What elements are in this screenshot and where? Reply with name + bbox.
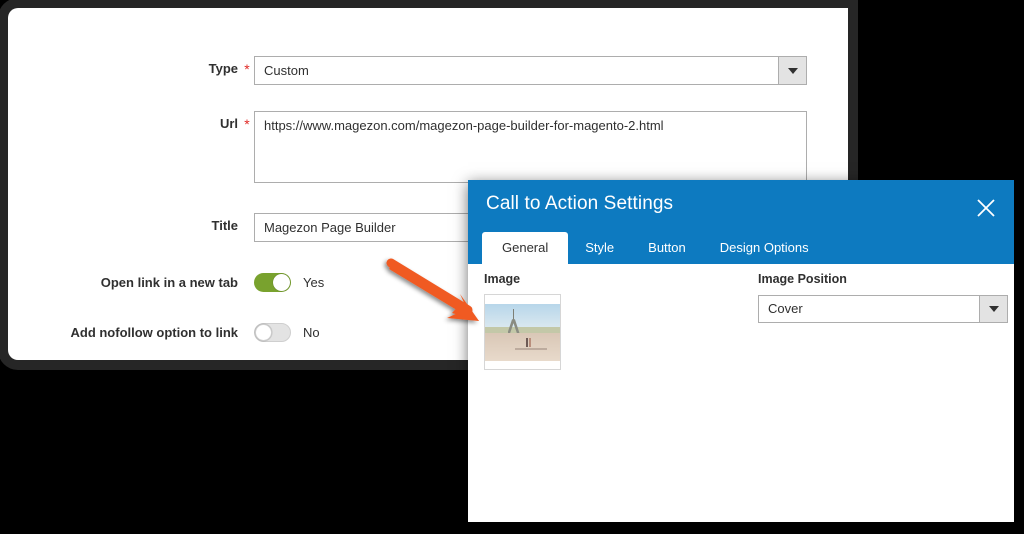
label-group-open-link: Open link in a new tab * xyxy=(8,270,254,296)
modal-title: Call to Action Settings xyxy=(486,193,674,214)
image-position-select[interactable]: Cover xyxy=(758,295,1008,323)
toggle-open-link-new-tab-value: Yes xyxy=(303,275,325,290)
label-image-position: Image Position xyxy=(758,272,847,286)
label-title: Title xyxy=(211,218,239,233)
image-field-group: Image xyxy=(484,272,561,370)
image-position-field-group: Image Position Cover xyxy=(758,272,1008,323)
image-position-select-value: Cover xyxy=(768,301,803,316)
required-marker-url: * xyxy=(244,116,250,132)
required-marker-type: * xyxy=(244,61,250,77)
label-open-link-new-tab: Open link in a new tab xyxy=(100,275,238,290)
close-icon[interactable] xyxy=(972,194,1000,222)
toggle-add-nofollow[interactable] xyxy=(254,323,291,342)
label-group-type: Type * xyxy=(8,56,254,82)
toggle-open-link-new-tab[interactable] xyxy=(254,273,291,292)
image-thumbnail[interactable] xyxy=(484,294,561,370)
form-row-type: Type * Custom xyxy=(8,56,848,85)
chevron-down-icon[interactable] xyxy=(778,57,806,84)
call-to-action-settings-modal: Call to Action Settings General Style Bu… xyxy=(468,180,1014,522)
chevron-down-icon[interactable] xyxy=(979,296,1007,322)
tab-style[interactable]: Style xyxy=(568,232,631,264)
field-type: Custom xyxy=(254,56,807,85)
field-url xyxy=(254,111,807,188)
label-group-title: Title * xyxy=(8,213,254,239)
type-select[interactable]: Custom xyxy=(254,56,807,85)
toggle-add-nofollow-value: No xyxy=(303,325,320,340)
form-row-url: Url * xyxy=(8,111,848,188)
tab-button[interactable]: Button xyxy=(631,232,703,264)
label-group-url: Url * xyxy=(8,111,254,137)
label-type: Type xyxy=(208,61,238,76)
modal-tab-bar: General Style Button Design Options xyxy=(482,232,826,264)
label-add-nofollow: Add nofollow option to link xyxy=(70,325,238,340)
eiffel-tower-photo xyxy=(485,304,560,361)
label-image: Image xyxy=(484,272,521,286)
field-add-nofollow: No xyxy=(254,320,320,345)
type-select-value: Custom xyxy=(264,63,309,78)
url-textarea[interactable] xyxy=(254,111,807,183)
tab-design-options[interactable]: Design Options xyxy=(703,232,826,264)
label-group-add-nofollow: Add nofollow option to link * xyxy=(8,320,254,346)
modal-body-general: Image Image Position Cover xyxy=(468,264,1014,522)
field-open-link-new-tab: Yes xyxy=(254,270,324,295)
label-url: Url xyxy=(219,116,238,131)
modal-header: Call to Action Settings General Style Bu… xyxy=(468,180,1014,264)
tab-general[interactable]: General xyxy=(482,232,569,264)
